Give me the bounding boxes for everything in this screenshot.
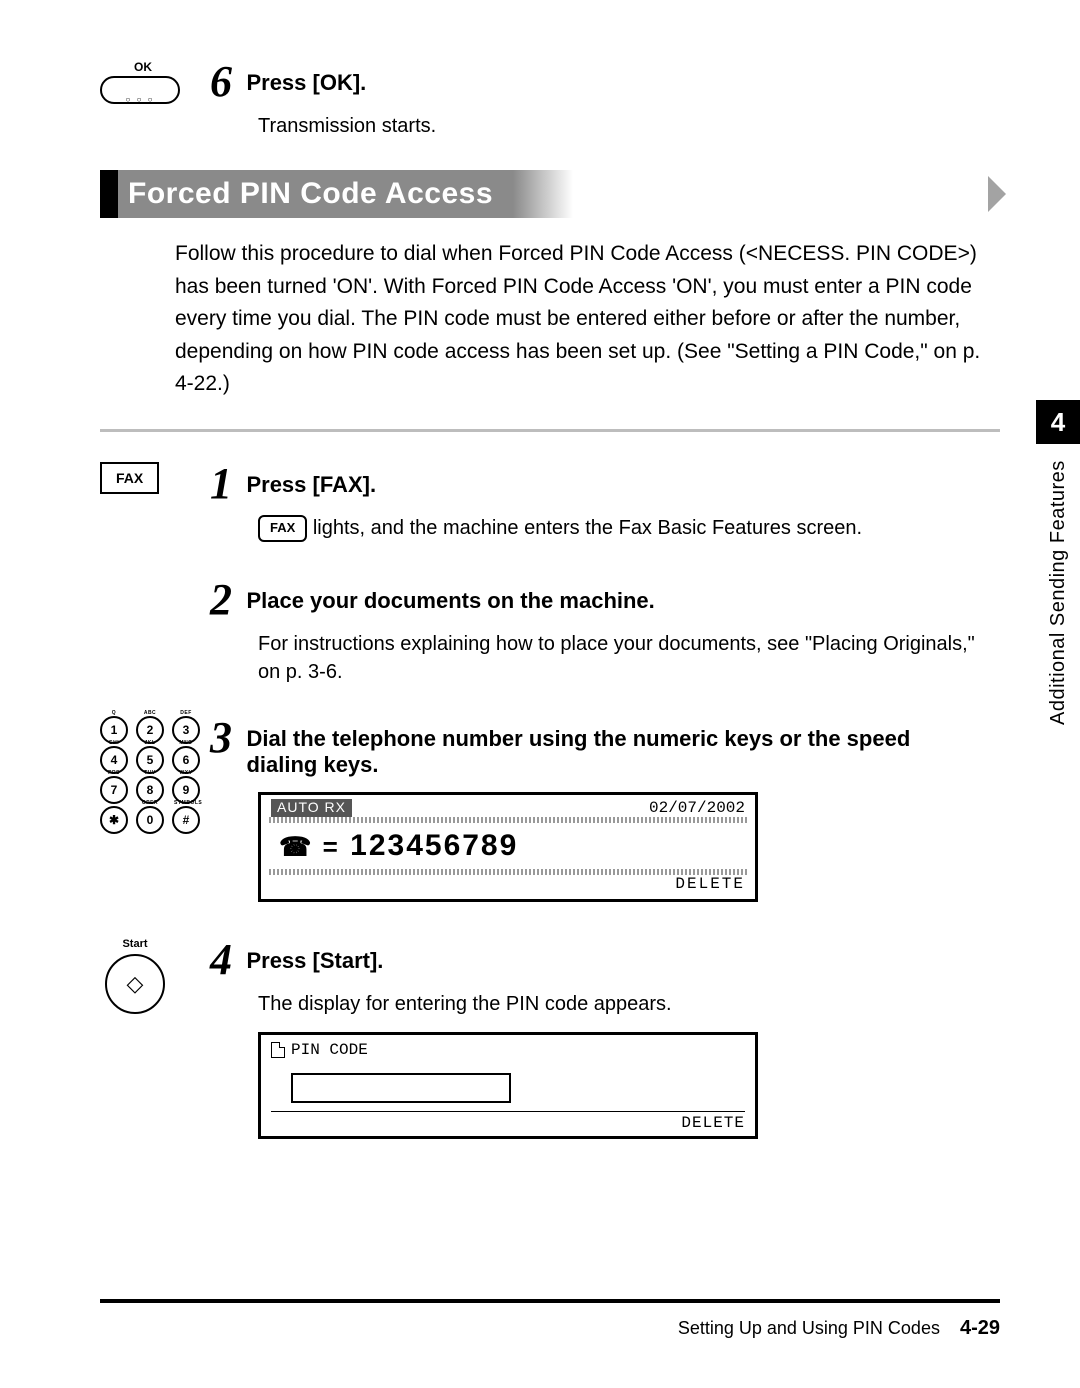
side-label: Additional Sending Features <box>1047 460 1070 760</box>
ok-button-graphic: OK <box>100 60 186 104</box>
fax-key-icon: FAX <box>100 462 159 494</box>
lcd-mode: AUTO RX <box>271 799 352 817</box>
divider <box>100 429 1000 432</box>
numeric-keypad-icon: Q1 ABC2 DEF3 GHI4 JKL5 MNO6 PRS7 TUV8 WX… <box>100 716 200 834</box>
section-intro: Follow this procedure to dial when Force… <box>175 238 1000 401</box>
step-number: 3 <box>210 716 232 760</box>
lcd-pin-delete: DELETE <box>271 1111 745 1132</box>
lcd-delete: DELETE <box>261 871 755 899</box>
step-2: 2 Place your documents on the machine. F… <box>100 578 1000 686</box>
step-number: 6 <box>210 60 232 104</box>
key-0: OPER0 <box>136 806 164 834</box>
step-heading: Dial the telephone number using the nume… <box>246 716 946 778</box>
step-heading: Press [Start]. <box>246 938 383 974</box>
step-body-text: lights, and the machine enters the Fax B… <box>307 517 862 539</box>
step-body: FAX lights, and the machine enters the F… <box>210 514 1000 542</box>
footer-section: Setting Up and Using PIN Codes <box>678 1318 940 1339</box>
lcd-number-row: ☎ = 123456789 <box>269 821 747 871</box>
step-number: 4 <box>210 938 232 982</box>
step-body: Transmission starts. <box>210 112 1000 140</box>
step-4: Start ◇ 4 Press [Start]. The display for… <box>100 938 1000 1139</box>
start-button-graphic: Start ◇ <box>100 938 170 1014</box>
ok-key-icon <box>100 76 180 104</box>
phone-icon: ☎ = <box>279 831 340 861</box>
key-star: ✱ <box>100 806 128 834</box>
page-footer: Setting Up and Using PIN Codes 4-29 <box>100 1299 1000 1340</box>
step-body: For instructions explaining how to place… <box>210 630 1000 686</box>
step-number: 2 <box>210 578 232 622</box>
step-3: Q1 ABC2 DEF3 GHI4 JKL5 MNO6 PRS7 TUV8 WX… <box>100 716 1000 902</box>
step-number: 1 <box>210 462 232 506</box>
chapter-tab: 4 <box>1036 400 1080 444</box>
lcd-number: 123456789 <box>350 829 518 862</box>
fax-chip-inline: FAX <box>258 515 307 541</box>
start-label: Start <box>100 938 170 950</box>
step-heading: Place your documents on the machine. <box>246 578 654 614</box>
footer-page: 4-29 <box>960 1317 1000 1340</box>
section-header: Forced PIN Code Access <box>100 170 1000 218</box>
lcd-pin-display: PIN CODE DELETE <box>258 1032 758 1139</box>
diamond-icon: ◇ <box>127 971 144 997</box>
step-heading: Press [FAX]. <box>246 462 376 498</box>
ok-label: OK <box>100 60 186 74</box>
start-key-icon: ◇ <box>105 954 165 1014</box>
lcd-display: AUTO RX 02/07/2002 ☎ = 123456789 DELETE <box>258 792 758 902</box>
step-heading: Press [OK]. <box>246 60 366 96</box>
lcd-date: 02/07/2002 <box>649 799 745 817</box>
section-title: Forced PIN Code Access <box>118 170 513 218</box>
document-icon <box>271 1042 285 1058</box>
step-1: FAX 1 Press [FAX]. FAX lights, and the m… <box>100 462 1000 542</box>
step-body: The display for entering the PIN code ap… <box>210 990 1000 1018</box>
lcd-pin-title: PIN CODE <box>291 1041 368 1059</box>
lcd-pin-input <box>291 1073 511 1103</box>
step-6: OK 6 Press [OK]. Transmission starts. <box>100 60 1000 140</box>
key-7: PRS7 <box>100 776 128 804</box>
key-hash: SYMBOLS# <box>172 806 200 834</box>
